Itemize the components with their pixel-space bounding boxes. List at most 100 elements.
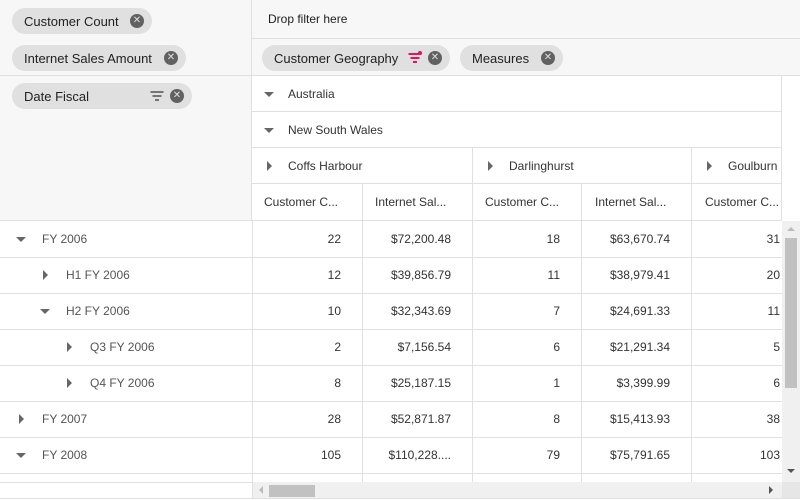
row-header[interactable]: H1 FY 2006 <box>40 257 130 293</box>
close-circle-icon[interactable]: ✕ <box>164 51 178 65</box>
value-cell[interactable]: 79 <box>473 437 581 473</box>
vertical-scroll-thumb[interactable] <box>785 238 797 388</box>
column-header-australia[interactable]: Australia <box>264 76 335 112</box>
close-circle-icon[interactable]: ✕ <box>170 89 184 103</box>
value-cell[interactable]: $3,399.99 <box>582 365 691 401</box>
column-header-label: Australia <box>288 87 335 101</box>
value-cell[interactable]: $25,187.15 <box>363 365 472 401</box>
value-cell[interactable]: 20 <box>692 257 782 293</box>
value-cell[interactable]: 10 <box>253 293 362 329</box>
value-cell[interactable]: 103 <box>692 437 782 473</box>
close-circle-icon[interactable]: ✕ <box>541 51 555 65</box>
row-header-label: H2 FY 2006 <box>66 304 130 318</box>
value-cell[interactable]: 28 <box>253 401 362 437</box>
collapse-icon[interactable] <box>16 236 26 242</box>
column-header-label: Darlinghurst <box>509 159 574 173</box>
close-circle-icon[interactable]: ✕ <box>428 51 442 65</box>
value-cell[interactable]: $21,291.34 <box>582 329 691 365</box>
value-cell[interactable]: 11 <box>473 257 581 293</box>
column-header-label: Coffs Harbour <box>288 159 363 173</box>
row-chip-date-fiscal[interactable]: Date Fiscal ✕ <box>12 83 192 109</box>
chip-label: Customer Count <box>24 13 119 29</box>
value-cell[interactable]: 1 <box>473 365 581 401</box>
collapse-icon[interactable] <box>16 452 26 458</box>
filter-active-icon[interactable] <box>408 51 422 63</box>
value-cell[interactable]: 38 <box>692 401 782 437</box>
chip-label: Date Fiscal <box>24 88 90 104</box>
row-header[interactable]: Q4 FY 2006 <box>64 365 155 401</box>
chip-label: Customer Geography <box>274 50 399 66</box>
value-cell[interactable]: 6 <box>692 365 782 401</box>
measure-header[interactable]: Customer C... <box>264 184 338 220</box>
row-header[interactable]: FY 2006 <box>16 221 87 257</box>
value-cell[interactable]: 31 <box>692 221 782 257</box>
expand-icon[interactable] <box>16 414 26 424</box>
row-header-label: Q4 FY 2006 <box>90 376 155 390</box>
column-header-new-south-wales[interactable]: New South Wales <box>264 112 383 148</box>
value-cell[interactable]: $38,979.41 <box>582 257 691 293</box>
value-cell[interactable]: 8 <box>473 401 581 437</box>
value-chip-customer-count[interactable]: Customer Count ✕ <box>12 8 152 34</box>
value-cell[interactable]: 7 <box>473 293 581 329</box>
measure-header[interactable]: Customer C... <box>485 184 559 220</box>
expand-icon[interactable] <box>64 342 74 352</box>
scroll-down-icon[interactable] <box>787 469 795 473</box>
vertical-scrollbar[interactable] <box>782 221 800 482</box>
measure-header[interactable]: Internet Sal... <box>375 184 446 220</box>
collapse-icon[interactable] <box>264 127 274 133</box>
measure-header[interactable]: Customer C... <box>705 184 779 220</box>
value-cell[interactable]: 11 <box>692 293 782 329</box>
value-cell[interactable]: $75,791.65 <box>582 437 691 473</box>
column-chip-customer-geography[interactable]: Customer Geography ✕ <box>262 45 450 71</box>
horizontal-scrollbar[interactable] <box>253 482 782 498</box>
row-header[interactable]: H2 FY 2006 <box>40 293 130 329</box>
scroll-up-icon[interactable] <box>787 227 795 231</box>
row-header-label: H1 FY 2006 <box>66 268 130 282</box>
column-header-coffs-harbour[interactable]: Coffs Harbour <box>264 148 362 184</box>
value-cell[interactable]: 18 <box>473 221 581 257</box>
expand-icon[interactable] <box>264 161 274 171</box>
row-header[interactable]: FY 2008 <box>16 437 87 473</box>
expand-icon[interactable] <box>704 161 714 171</box>
close-circle-icon[interactable]: ✕ <box>130 14 144 28</box>
value-cell[interactable]: $39,856.79 <box>363 257 472 293</box>
scroll-right-icon[interactable] <box>769 486 773 494</box>
value-cell[interactable]: $24,691.33 <box>582 293 691 329</box>
value-cell[interactable]: 5 <box>692 329 782 365</box>
expand-icon[interactable] <box>64 378 74 388</box>
column-header-darlinghurst[interactable]: Darlinghurst <box>485 148 574 184</box>
row-header-label: FY 2006 <box>42 232 88 246</box>
value-cell[interactable]: $63,670.74 <box>582 221 691 257</box>
value-cell[interactable]: 105 <box>253 437 362 473</box>
expand-icon[interactable] <box>485 161 495 171</box>
filter-drop-placeholder: Drop filter here <box>268 12 348 26</box>
value-cell[interactable]: 6 <box>473 329 581 365</box>
row-divider <box>0 473 782 474</box>
value-cell[interactable]: 8 <box>253 365 362 401</box>
value-cell[interactable]: $52,871.87 <box>363 401 472 437</box>
scroll-left-icon[interactable] <box>259 486 263 494</box>
column-header-goulburn[interactable]: Goulburn <box>704 148 777 184</box>
value-cell[interactable]: 12 <box>253 257 362 293</box>
row-header[interactable]: FY 2007 <box>16 401 87 437</box>
row-header-footer <box>0 482 253 498</box>
value-cell[interactable]: 22 <box>253 221 362 257</box>
row-header[interactable]: Q3 FY 2006 <box>64 329 155 365</box>
row-header-label: FY 2008 <box>42 448 88 462</box>
measure-header[interactable]: Internet Sal... <box>595 184 666 220</box>
collapse-icon[interactable] <box>264 91 274 97</box>
value-cell[interactable]: $110,228.... <box>363 437 472 473</box>
filter-icon[interactable] <box>150 91 164 101</box>
collapse-icon[interactable] <box>40 308 50 314</box>
value-cell[interactable]: 2 <box>253 329 362 365</box>
value-cell[interactable]: $15,413.93 <box>582 401 691 437</box>
column-chip-measures[interactable]: Measures ✕ <box>460 45 563 71</box>
value-chip-internet-sales-amount[interactable]: Internet Sales Amount ✕ <box>12 45 186 71</box>
value-cell[interactable]: $72,200.48 <box>363 221 472 257</box>
value-cell[interactable]: $32,343.69 <box>363 293 472 329</box>
chip-label: Internet Sales Amount <box>24 50 152 66</box>
expand-icon[interactable] <box>40 270 50 280</box>
scrollbar-corner <box>782 482 800 498</box>
value-cell[interactable]: $7,156.54 <box>363 329 472 365</box>
horizontal-scroll-thumb[interactable] <box>269 485 315 497</box>
